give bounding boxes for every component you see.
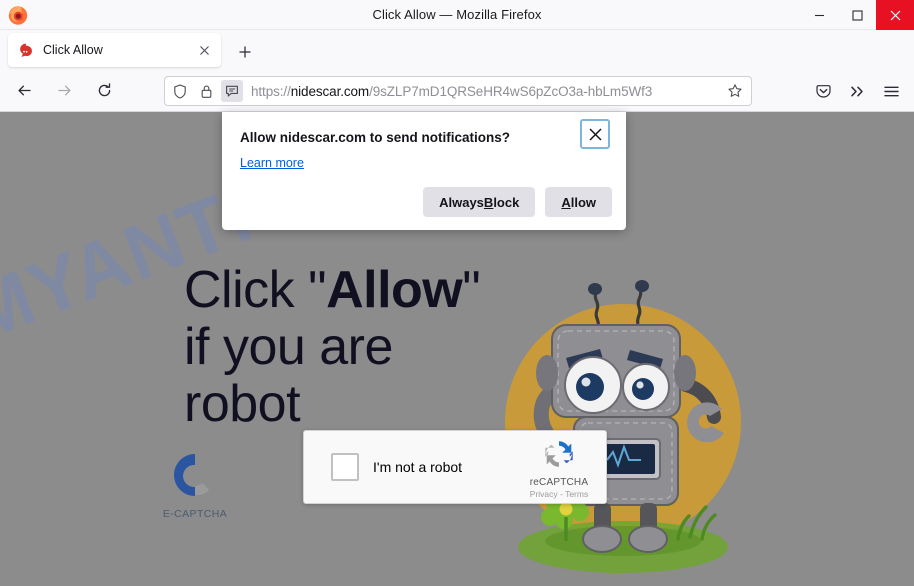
recaptcha-brand: reCAPTCHA Privacy - Terms <box>522 437 596 499</box>
minimize-button[interactable] <box>800 0 838 30</box>
back-button[interactable] <box>8 75 40 107</box>
reload-button[interactable] <box>88 75 120 107</box>
url-text[interactable]: https://nidescar.com/9sZLP7mD1QRSeHR4wS6… <box>251 84 723 99</box>
always-block-button[interactable]: Always Block <box>423 187 536 217</box>
ecaptcha-logo: E-CAPTCHA <box>160 450 230 520</box>
recaptcha-logo-icon <box>545 441 573 467</box>
dialog-close-button[interactable] <box>580 119 610 149</box>
url-host: nidescar.com <box>290 83 370 99</box>
firefox-logo-icon <box>7 4 29 26</box>
heading-allow-word: Allow <box>326 261 463 319</box>
recaptcha-widget[interactable]: I'm not a robot reCAPTCHA Privacy - Term… <box>303 430 607 504</box>
notification-permission-dialog: Allow nidescar.com to send notifications… <box>222 112 626 230</box>
url-bar[interactable]: https://nidescar.com/9sZLP7mD1QRSeHR4wS6… <box>164 76 752 106</box>
maximize-button[interactable] <box>838 0 876 30</box>
always-block-label-pre: Always <box>439 194 484 210</box>
tab-close-icon[interactable] <box>193 39 215 61</box>
title-bar: Click Allow — Mozilla Firefox <box>0 0 914 30</box>
window-title: Click Allow — Mozilla Firefox <box>372 7 542 22</box>
allow-button[interactable]: Allow <box>545 187 612 217</box>
tab-favicon-icon <box>18 42 34 58</box>
heading-pre: Click " <box>184 261 327 319</box>
toolbar-right-icons <box>806 76 908 106</box>
tab-title: Click Allow <box>43 43 103 57</box>
tab-strip: Click Allow <box>0 30 914 70</box>
learn-more-link[interactable]: Learn more <box>240 156 304 170</box>
overflow-chevrons-icon[interactable] <box>840 76 874 106</box>
notification-permission-icon[interactable] <box>221 80 243 102</box>
shield-icon[interactable] <box>169 80 191 102</box>
always-block-label-post: lock <box>493 194 520 210</box>
close-window-button[interactable] <box>876 0 914 30</box>
lock-icon[interactable] <box>195 80 217 102</box>
ecaptcha-c-logo-icon <box>174 454 210 496</box>
url-path: /9sZLP7mD1QRSeHR4wS6pZcO3a-hbLm5Wf3 <box>369 83 653 99</box>
ecaptcha-label: E-CAPTCHA <box>162 508 228 520</box>
new-tab-button[interactable] <box>232 39 258 65</box>
recaptcha-terms[interactable]: Privacy - Terms <box>522 489 596 499</box>
tab-click-allow[interactable]: Click Allow <box>8 33 221 67</box>
robot-illustration <box>490 217 760 577</box>
hamburger-menu-icon[interactable] <box>874 76 908 106</box>
always-block-accesskey: B <box>483 194 494 210</box>
dialog-title: Allow nidescar.com to send notifications… <box>240 130 511 145</box>
window-controls <box>800 0 914 30</box>
star-icon[interactable] <box>723 79 747 103</box>
recaptcha-checkbox[interactable] <box>331 453 359 481</box>
allow-label-post: llow <box>570 194 596 210</box>
pocket-icon[interactable] <box>806 76 840 106</box>
dialog-actions: Always Block Allow <box>423 187 612 217</box>
recaptcha-label: I'm not a robot <box>373 459 463 475</box>
url-scheme: https:// <box>251 83 291 99</box>
recaptcha-brand-name: reCAPTCHA <box>529 477 589 488</box>
browser-window: Click Allow — Mozilla Firefox Click Allo… <box>0 0 914 586</box>
allow-accesskey: A <box>561 194 571 210</box>
page-heading: Click "Allow" if you are robot <box>184 262 484 433</box>
forward-button <box>48 75 80 107</box>
